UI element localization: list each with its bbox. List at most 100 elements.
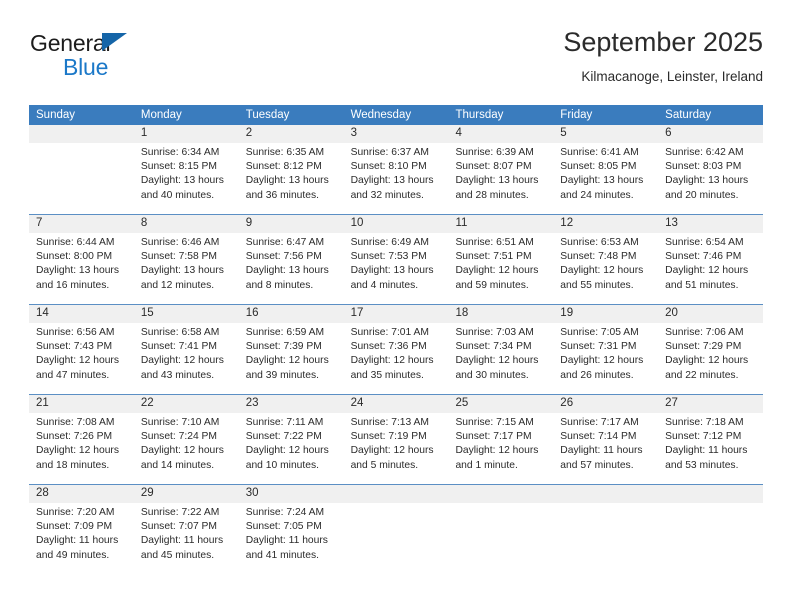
weekday-header-friday: Friday bbox=[560, 109, 593, 121]
day-sun-info: Sunrise: 6:51 AM Sunset: 7:51 PM Daylight:… bbox=[455, 236, 547, 293]
day-number: 5 bbox=[560, 127, 567, 139]
daylight-duration-line1: Daylight: 12 hours bbox=[350, 355, 434, 367]
calendar-day-cell[interactable]: 21 Sunrise: 7:08 AM Sunset: 7:26 PM Dayligh… bbox=[29, 395, 134, 484]
calendar-day-cell[interactable]: 29 Sunrise: 7:22 AM Sunset: 7:07 PM Dayligh… bbox=[134, 485, 239, 574]
calendar-day-cell[interactable]: 23 Sunrise: 7:11 AM Sunset: 7:22 PM Dayligh… bbox=[239, 395, 344, 484]
sunrise-time: Sunrise: 7:05 AM bbox=[560, 327, 639, 338]
daylight-duration-line1: Daylight: 11 hours bbox=[36, 535, 119, 547]
calendar-day-cell[interactable]: 30 Sunrise: 7:24 AM Sunset: 7:05 PM Dayligh… bbox=[239, 485, 344, 574]
calendar-week-row: 1 Sunrise: 6:34 AM Sunset: 8:15 PM Daylight… bbox=[29, 125, 763, 214]
calendar-day-cell[interactable]: 10 Sunrise: 6:49 AM Sunset: 7:53 PM Dayligh… bbox=[344, 215, 449, 304]
logo-text-general: General bbox=[30, 30, 111, 56]
sunset-time: Sunset: 7:09 PM bbox=[36, 521, 113, 533]
daylight-duration-line2: and 4 minutes. bbox=[350, 279, 419, 291]
calendar-day-cell[interactable]: 4 Sunrise: 6:39 AM Sunset: 8:07 PM Daylight… bbox=[448, 125, 553, 214]
daylight-duration-line2: and 47 minutes. bbox=[36, 369, 110, 381]
daylight-duration-line1: Daylight: 12 hours bbox=[560, 355, 644, 367]
calendar-day-cell[interactable]: 13 Sunrise: 6:54 AM Sunset: 7:46 PM Dayligh… bbox=[658, 215, 763, 304]
sunrise-time: Sunrise: 6:37 AM bbox=[350, 147, 429, 158]
sunrise-time: Sunrise: 7:20 AM bbox=[36, 507, 115, 518]
daylight-duration-line1: Daylight: 13 hours bbox=[140, 265, 224, 277]
calendar-day-cell[interactable]: 11 Sunrise: 6:51 AM Sunset: 7:51 PM Dayligh… bbox=[448, 215, 553, 304]
calendar-day-cell[interactable]: 1 Sunrise: 6:34 AM Sunset: 8:15 PM Daylight… bbox=[134, 125, 239, 214]
calendar-day-cell[interactable]: 2 Sunrise: 6:35 AM Sunset: 8:12 PM Daylight… bbox=[239, 125, 344, 214]
day-sun-info: Sunrise: 6:56 AM Sunset: 7:43 PM Daylight:… bbox=[36, 326, 128, 383]
calendar-day-cell-empty bbox=[344, 485, 449, 574]
day-sun-info: Sunrise: 7:22 AM Sunset: 7:07 PM Daylight:… bbox=[141, 506, 233, 563]
day-number: 11 bbox=[455, 217, 468, 229]
calendar-day-cell-empty bbox=[448, 485, 553, 574]
sunrise-time: Sunrise: 7:10 AM bbox=[140, 417, 220, 428]
weekday-header-sunday: Sunday bbox=[36, 109, 76, 121]
calendar-day-cell[interactable]: 28 Sunrise: 7:20 AM Sunset: 7:09 PM Dayligh… bbox=[29, 485, 134, 574]
calendar-day-cell-empty bbox=[658, 485, 763, 574]
daylight-duration-line1: Daylight: 13 hours bbox=[245, 265, 329, 277]
calendar-day-cell[interactable]: 19 Sunrise: 7:05 AM Sunset: 7:31 PM Dayligh… bbox=[553, 305, 658, 394]
calendar-day-cell[interactable]: 14 Sunrise: 6:56 AM Sunset: 7:43 PM Dayligh… bbox=[29, 305, 134, 394]
sunrise-time: Sunrise: 6:42 AM bbox=[665, 147, 744, 158]
daylight-duration-line1: Daylight: 11 hours bbox=[140, 535, 224, 547]
daylight-duration-line2: and 41 minutes. bbox=[245, 549, 319, 561]
day-sun-info: Sunrise: 6:37 AM Sunset: 8:10 PM Daylight:… bbox=[351, 146, 443, 203]
daylight-duration-line2: and 20 minutes. bbox=[665, 189, 739, 201]
calendar-day-cell[interactable]: 9 Sunrise: 6:47 AM Sunset: 7:56 PM Daylight… bbox=[239, 215, 344, 304]
sunrise-time: Sunrise: 6:47 AM bbox=[245, 237, 325, 248]
sunrise-time: Sunrise: 6:58 AM bbox=[140, 327, 220, 338]
calendar-day-cell[interactable]: 26 Sunrise: 7:17 AM Sunset: 7:14 PM Dayligh… bbox=[553, 395, 658, 484]
daylight-duration-line2: and 14 minutes. bbox=[140, 459, 215, 471]
calendar-day-cell[interactable]: 12 Sunrise: 6:53 AM Sunset: 7:48 PM Dayligh… bbox=[553, 215, 658, 304]
calendar-day-cell[interactable]: 3 Sunrise: 6:37 AM Sunset: 8:10 PM Daylight… bbox=[344, 125, 449, 214]
day-sun-info: Sunrise: 7:18 AM Sunset: 7:12 PM Daylight:… bbox=[665, 416, 757, 473]
daylight-duration-line1: Daylight: 11 hours bbox=[665, 445, 748, 457]
calendar-day-cell[interactable]: 6 Sunrise: 6:42 AM Sunset: 8:03 PM Daylight… bbox=[658, 125, 763, 214]
day-number: 27 bbox=[665, 397, 678, 409]
daylight-duration-line2: and 8 minutes. bbox=[245, 279, 314, 291]
calendar-day-cell[interactable]: 24 Sunrise: 7:13 AM Sunset: 7:19 PM Dayligh… bbox=[344, 395, 449, 484]
daylight-duration-line1: Daylight: 12 hours bbox=[665, 355, 749, 367]
sunrise-time: Sunrise: 6:35 AM bbox=[245, 147, 325, 158]
sunrise-time: Sunrise: 6:54 AM bbox=[665, 237, 744, 248]
logo-text-blue: Blue bbox=[63, 54, 109, 80]
page-subtitle: Kilmacanoge, Leinster, Ireland bbox=[581, 69, 763, 84]
calendar-day-cell[interactable]: 7 Sunrise: 6:44 AM Sunset: 8:00 PM Daylight… bbox=[29, 215, 134, 304]
daylight-duration-line2: and 16 minutes. bbox=[36, 279, 110, 291]
calendar-week-row: 14 Sunrise: 6:56 AM Sunset: 7:43 PM Dayligh… bbox=[29, 304, 763, 394]
daylight-duration-line1: Daylight: 13 hours bbox=[245, 175, 329, 187]
sunset-time: Sunset: 8:00 PM bbox=[36, 251, 113, 263]
weekday-header-monday: Monday bbox=[140, 109, 182, 121]
day-sun-info: Sunrise: 6:34 AM Sunset: 8:15 PM Daylight:… bbox=[141, 146, 233, 203]
sunrise-time: Sunrise: 6:51 AM bbox=[455, 237, 534, 248]
calendar-day-cell[interactable]: 22 Sunrise: 7:10 AM Sunset: 7:24 PM Dayligh… bbox=[134, 395, 239, 484]
daylight-duration-line2: and 39 minutes. bbox=[245, 369, 319, 381]
daylight-duration-line2: and 10 minutes. bbox=[245, 459, 319, 471]
calendar-day-cell[interactable]: 25 Sunrise: 7:15 AM Sunset: 7:17 PM Dayligh… bbox=[448, 395, 553, 484]
calendar-day-cell[interactable]: 16 Sunrise: 6:59 AM Sunset: 7:39 PM Dayligh… bbox=[239, 305, 344, 394]
calendar-day-cell[interactable]: 17 Sunrise: 7:01 AM Sunset: 7:36 PM Dayligh… bbox=[344, 305, 449, 394]
calendar-day-cell[interactable]: 5 Sunrise: 6:41 AM Sunset: 8:05 PM Daylight… bbox=[553, 125, 658, 214]
calendar-day-cell[interactable]: 18 Sunrise: 7:03 AM Sunset: 7:34 PM Dayligh… bbox=[448, 305, 553, 394]
day-number: 14 bbox=[36, 307, 49, 319]
calendar-day-cell[interactable]: 15 Sunrise: 6:58 AM Sunset: 7:41 PM Dayligh… bbox=[134, 305, 239, 394]
sunset-time: Sunset: 7:17 PM bbox=[455, 431, 532, 443]
calendar-day-cell[interactable]: 8 Sunrise: 6:46 AM Sunset: 7:58 PM Daylight… bbox=[134, 215, 239, 304]
day-number: 1 bbox=[140, 127, 148, 139]
sunset-time: Sunset: 8:12 PM bbox=[245, 161, 322, 173]
calendar-day-cell[interactable]: 20 Sunrise: 7:06 AM Sunset: 7:29 PM Dayligh… bbox=[658, 305, 763, 394]
day-sun-info: Sunrise: 6:58 AM Sunset: 7:41 PM Daylight:… bbox=[141, 326, 233, 383]
weekday-header-saturday: Saturday bbox=[665, 109, 712, 121]
daylight-duration-line1: Daylight: 13 hours bbox=[350, 175, 434, 187]
day-number: 21 bbox=[36, 397, 49, 409]
day-sun-info: Sunrise: 6:41 AM Sunset: 8:05 PM Daylight:… bbox=[560, 146, 652, 203]
daylight-duration-line2: and 22 minutes. bbox=[665, 369, 739, 381]
sunset-time: Sunset: 7:22 PM bbox=[245, 431, 322, 443]
day-number: 18 bbox=[455, 307, 469, 319]
calendar-day-cell[interactable]: 27 Sunrise: 7:18 AM Sunset: 7:12 PM Dayligh… bbox=[658, 395, 763, 484]
daylight-duration-line2: and 36 minutes. bbox=[245, 189, 319, 201]
day-number: 25 bbox=[455, 397, 469, 409]
calendar-day-cell-empty bbox=[553, 485, 658, 574]
day-number: 17 bbox=[350, 307, 364, 319]
general-blue-logo[interactable]: General Blue bbox=[29, 26, 269, 88]
day-number: 8 bbox=[140, 217, 148, 229]
sunset-time: Sunset: 7:14 PM bbox=[560, 431, 637, 443]
sunset-time: Sunset: 7:56 PM bbox=[245, 251, 322, 263]
